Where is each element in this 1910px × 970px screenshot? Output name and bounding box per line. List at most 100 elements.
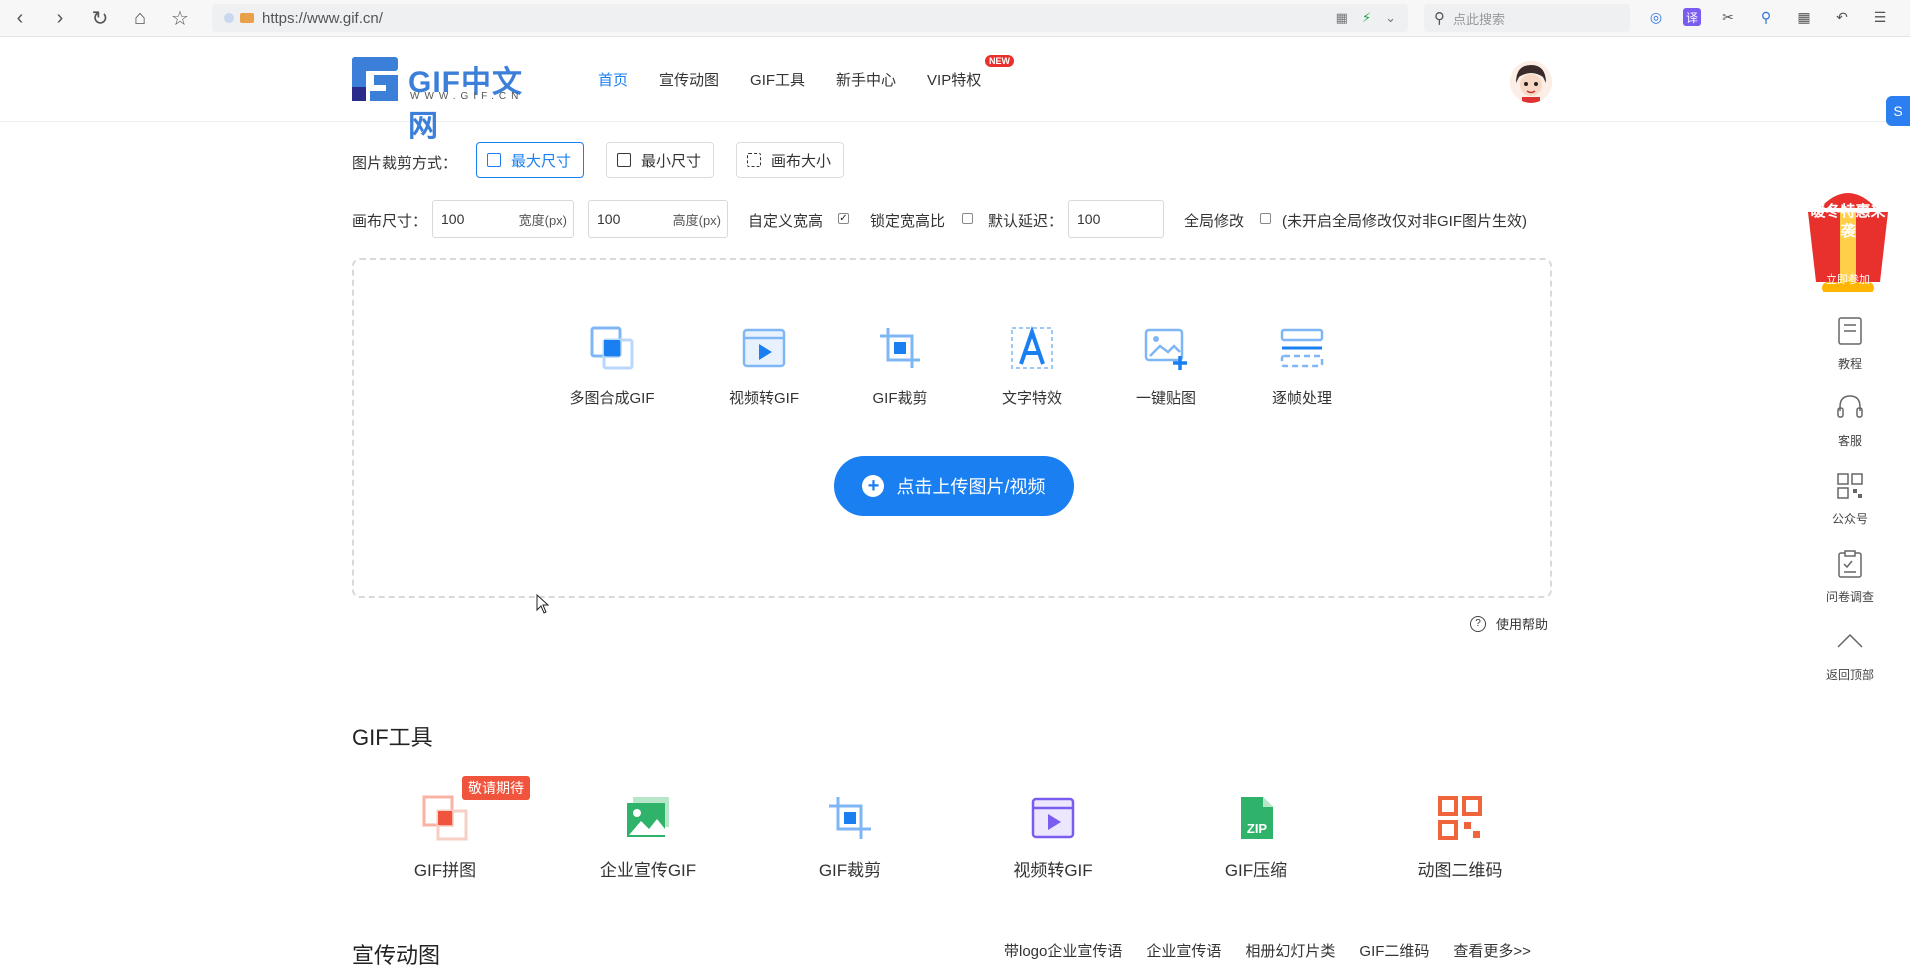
chevron-down-icon[interactable]: ⌄: [1385, 10, 1396, 26]
sidebar-item-support[interactable]: 客服: [1810, 393, 1890, 449]
tool-one-click-sticker-label: 一键贴图: [1135, 390, 1196, 407]
undo-icon[interactable]: ↶: [1831, 6, 1853, 28]
add-image-icon: [1144, 328, 1187, 370]
collage-icon: [422, 795, 468, 841]
gif-tool-video-to-gif[interactable]: 视频转GIF: [983, 795, 1123, 881]
upload-button-label: 点击上传图片/视频: [896, 477, 1046, 497]
tool-gif-crop[interactable]: GIF裁剪: [840, 324, 960, 408]
sidebar-item-back-to-top-label: 返回顶部: [1825, 668, 1874, 682]
nav-vip-label[interactable]: VIP特权: [927, 72, 981, 89]
tool-gif-crop-label: GIF裁剪: [872, 390, 928, 407]
site-info-icon[interactable]: [224, 13, 234, 23]
video-icon: [742, 328, 786, 368]
video-icon: [1031, 797, 1075, 839]
crop-min-size-button[interactable]: 最小尺寸: [606, 142, 714, 178]
gif-tool-compress[interactable]: ZIP GIF压缩: [1186, 795, 1326, 881]
home-icon[interactable]: ⌂: [126, 5, 154, 31]
scissors-icon[interactable]: ✂: [1717, 6, 1739, 28]
promo-link-slideshow[interactable]: 相册幻灯片类: [1245, 940, 1335, 961]
nav-vip[interactable]: VIP特权 NEW: [927, 55, 1015, 90]
gif-tool-collage-label: GIF拼图: [413, 861, 477, 880]
menu-icon[interactable]: ☰: [1869, 6, 1891, 28]
promo-link-logo-slogan[interactable]: 带logo企业宣传语: [1004, 940, 1122, 961]
crop-icon: [829, 797, 871, 839]
sidebar-item-survey-label: 问卷调查: [1825, 590, 1874, 604]
winter-promo-banner[interactable]: 暖冬特惠来袭 立即参加: [1800, 178, 1896, 294]
grid-apps-icon[interactable]: ▦: [1793, 6, 1815, 28]
translate-icon[interactable]: 译: [1683, 8, 1701, 26]
extension-circle-icon[interactable]: ◎: [1645, 6, 1667, 28]
lock-ratio-checkbox[interactable]: [962, 213, 973, 224]
gif-tool-company-promo[interactable]: 企业宣传GIF: [578, 795, 718, 881]
gif-tool-compress-label: GIF压缩: [1224, 861, 1288, 880]
sidebar-item-survey[interactable]: 问卷调查: [1810, 549, 1890, 605]
promo-title: 暖冬特惠来袭: [1810, 203, 1886, 240]
multi-image-icon: [590, 326, 634, 370]
back-icon[interactable]: ‹: [6, 5, 34, 31]
url-text[interactable]: https://www.gif.cn/: [262, 10, 383, 27]
bookmark-star-icon[interactable]: ☆: [166, 5, 194, 31]
default-delay-input[interactable]: 100: [1068, 200, 1164, 238]
crop-mode-label: 图片裁剪方式：: [352, 155, 458, 172]
site-logo[interactable]: GIF中文网 WWW.GIF.CN: [352, 55, 542, 143]
image-icon: [627, 797, 669, 837]
reload-icon[interactable]: ↻: [86, 5, 114, 31]
custom-size-checkbox[interactable]: ✓: [838, 213, 849, 224]
promo-category-links: 带logo企业宣传语 企业宣传语 相册幻灯片类 GIF二维码 查看更多>>: [1004, 940, 1531, 961]
tool-multi-image-gif[interactable]: 多图合成GIF: [552, 324, 672, 408]
canvas-size-label: 画布尺寸：: [352, 213, 428, 230]
find-icon[interactable]: ⚲: [1755, 6, 1777, 28]
tool-text-effects[interactable]: 文字特效: [972, 324, 1092, 408]
crop-icon: [880, 328, 920, 368]
gif-tool-qr-code[interactable]: 动图二维码: [1390, 795, 1530, 881]
logo-subtitle: WWW.GIF.CN: [410, 91, 524, 102]
nav-promo-gifs[interactable]: 宣传动图: [659, 69, 719, 90]
tool-one-click-sticker[interactable]: 一键贴图: [1106, 324, 1226, 408]
chevron-up-icon: [1837, 633, 1863, 648]
qr-code-icon[interactable]: ▦: [1336, 10, 1348, 26]
upload-button[interactable]: + 点击上传图片/视频: [834, 456, 1074, 516]
side-collapse-tab[interactable]: S: [1886, 96, 1910, 126]
global-edit-label: 全局修改: [1184, 213, 1245, 230]
promo-link-more[interactable]: 查看更多>>: [1453, 940, 1531, 961]
address-bar[interactable]: https://www.gif.cn/ ▦ ⚡ ⌄: [212, 4, 1408, 32]
site-header: GIF中文网 WWW.GIF.CN 首页 宣传动图 GIF工具 新手中心 VIP…: [0, 37, 1910, 143]
text-effect-icon: [1011, 325, 1053, 369]
default-delay-value[interactable]: 100: [1077, 211, 1100, 227]
sidebar-item-tutorial[interactable]: 教程: [1810, 316, 1890, 372]
nav-home[interactable]: 首页: [598, 69, 628, 90]
crop-canvas-size-button[interactable]: 画布大小: [736, 142, 844, 178]
lock-ratio-label: 锁定宽高比: [870, 213, 946, 230]
frames-icon: [1280, 328, 1324, 368]
avatar[interactable]: [1510, 61, 1552, 103]
custom-size-label: 自定义宽高: [748, 213, 824, 230]
browser-search-input[interactable]: ⚲ 点此搜索: [1424, 4, 1630, 32]
tool-multi-image-gif-label: 多图合成GIF: [569, 390, 655, 407]
help-link[interactable]: ? 使用帮助: [1470, 614, 1548, 633]
promo-link-gif-qr[interactable]: GIF二维码: [1359, 940, 1429, 961]
crop-min-size-label: 最小尺寸: [641, 152, 702, 170]
promo-link-slogan[interactable]: 企业宣传语: [1146, 940, 1221, 961]
gif-tool-collage[interactable]: GIF拼图: [375, 795, 515, 881]
promo-join-button[interactable]: 立即参加: [1822, 274, 1874, 286]
sidebar-item-wechat[interactable]: 公众号: [1810, 471, 1890, 527]
sidebar-item-back-to-top[interactable]: 返回顶部: [1810, 627, 1890, 683]
gif-tool-crop[interactable]: GIF裁剪: [780, 795, 920, 881]
canvas-size-icon: [747, 153, 761, 167]
nav-beginner-center[interactable]: 新手中心: [836, 69, 896, 90]
canvas-width-value[interactable]: 100: [441, 211, 464, 227]
canvas-height-value[interactable]: 100: [597, 211, 620, 227]
search-placeholder: 点此搜索: [1453, 11, 1506, 27]
gif-tool-qr-code-label: 动图二维码: [1417, 861, 1503, 880]
nav-gif-tools[interactable]: GIF工具: [750, 69, 805, 90]
crop-max-size-button[interactable]: 最大尺寸: [476, 142, 584, 178]
forward-icon[interactable]: ›: [46, 5, 74, 31]
search-icon: ⚲: [1434, 10, 1445, 27]
tool-video-to-gif[interactable]: 视频转GIF: [704, 324, 824, 408]
tool-frame-by-frame[interactable]: 逐帧处理: [1242, 324, 1362, 408]
canvas-width-input[interactable]: 100 宽度(px): [432, 200, 574, 238]
lightning-icon[interactable]: ⚡: [1362, 10, 1371, 26]
canvas-height-input[interactable]: 100 高度(px): [588, 200, 728, 238]
global-edit-checkbox[interactable]: [1260, 213, 1271, 224]
upload-dropzone[interactable]: 多图合成GIF 视频转GIF GIF裁剪 文字特效 一键贴图 逐帧处理 + 点击…: [352, 258, 1552, 598]
